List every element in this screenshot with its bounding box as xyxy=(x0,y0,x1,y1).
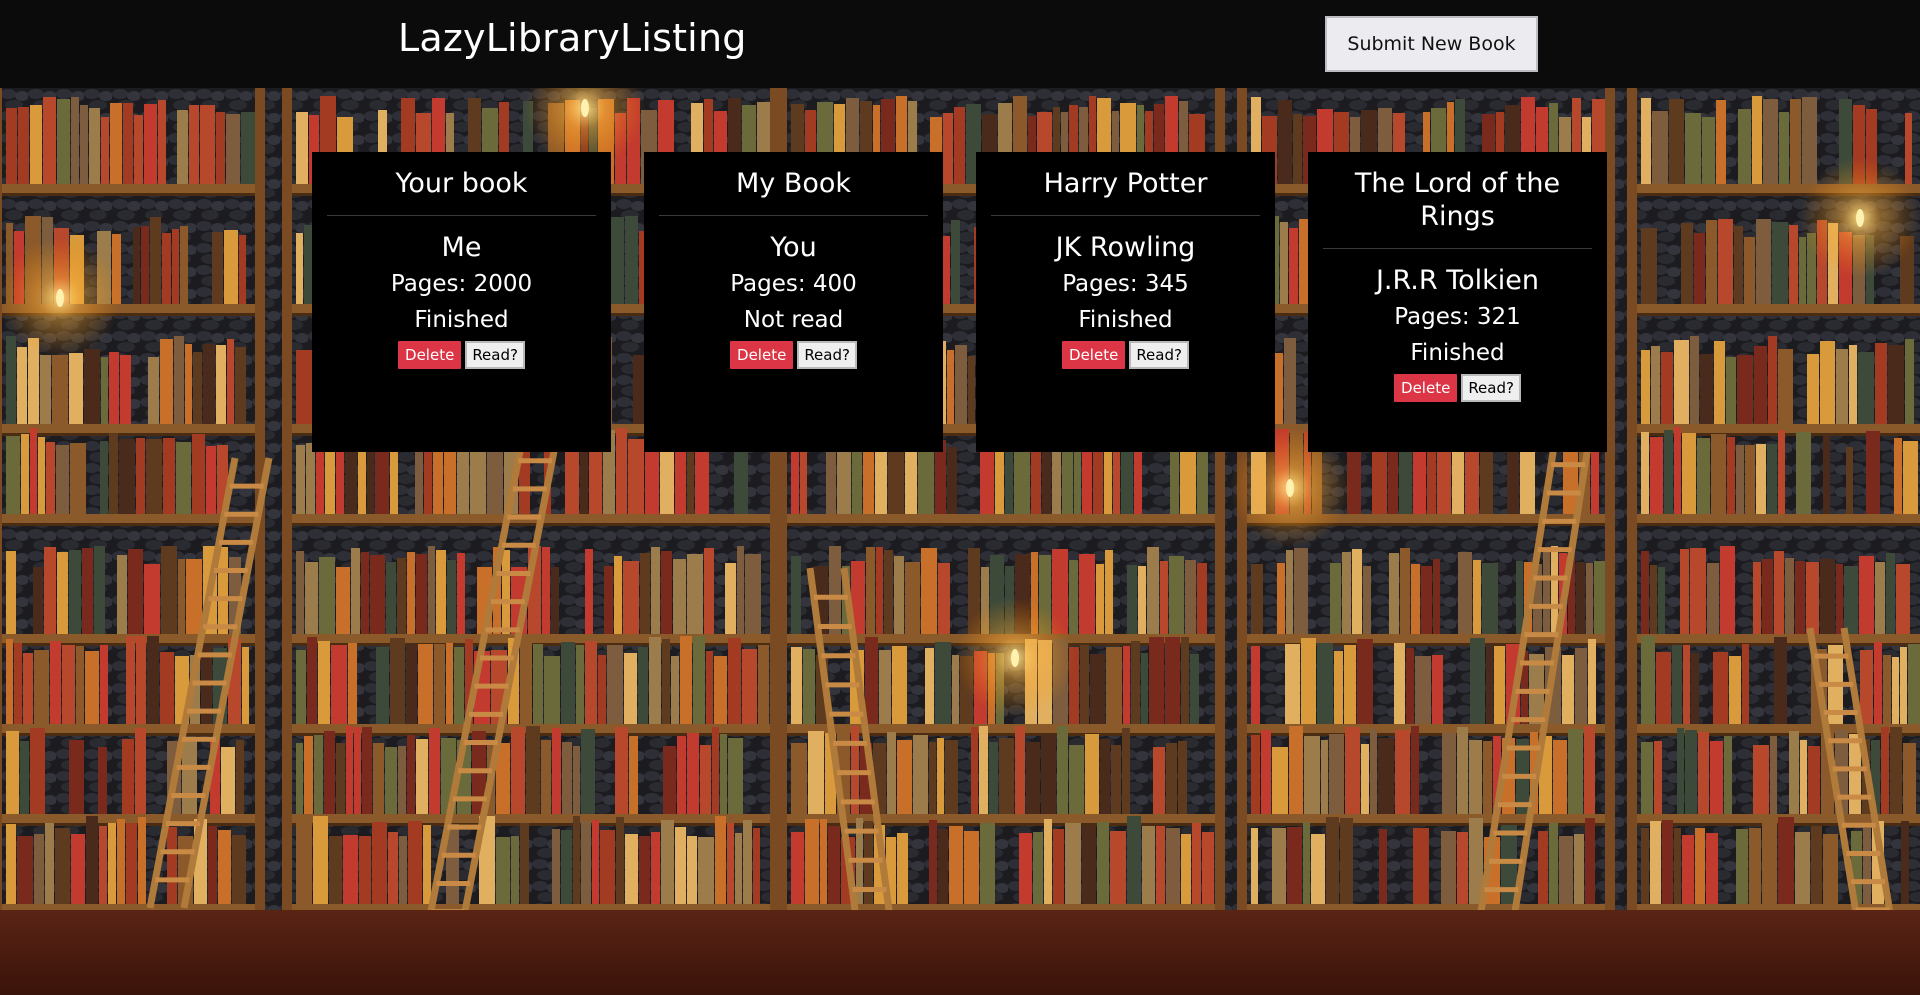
book-actions: Delete Read? xyxy=(327,341,596,369)
book-actions: Delete Read? xyxy=(659,341,928,369)
book-pages: Pages: 345 xyxy=(1062,271,1189,297)
delete-button[interactable]: Delete xyxy=(398,341,462,369)
book-actions: Delete Read? xyxy=(1323,374,1592,402)
book-title: The Lord of the Rings xyxy=(1323,167,1592,249)
book-card: Your book Me Pages: 2000 Finished Delete… xyxy=(312,152,611,452)
book-title: My Book xyxy=(659,167,928,216)
site-brand[interactable]: LazyLibraryListing xyxy=(398,16,747,60)
book-card: Harry Potter JK Rowling Pages: 345 Finis… xyxy=(976,152,1275,452)
book-author: J.R.R Tolkien xyxy=(1375,265,1540,296)
book-author: Me xyxy=(441,232,482,263)
toggle-read-button[interactable]: Read? xyxy=(1461,374,1521,402)
toggle-read-button[interactable]: Read? xyxy=(1129,341,1189,369)
toggle-read-button[interactable]: Read? xyxy=(797,341,857,369)
book-read-status: Finished xyxy=(1078,307,1173,333)
book-pages: Pages: 321 xyxy=(1394,304,1521,330)
book-author: JK Rowling xyxy=(1055,232,1196,263)
book-card: The Lord of the Rings J.R.R Tolkien Page… xyxy=(1308,152,1607,452)
toggle-read-button[interactable]: Read? xyxy=(465,341,525,369)
submit-new-book-button[interactable]: Submit New Book xyxy=(1325,16,1538,72)
book-title: Your book xyxy=(327,167,596,216)
book-card: My Book You Pages: 400 Not read Delete R… xyxy=(644,152,943,452)
book-title: Harry Potter xyxy=(991,167,1260,216)
book-read-status: Finished xyxy=(414,307,509,333)
book-pages: Pages: 2000 xyxy=(390,271,533,297)
book-read-status: Finished xyxy=(1410,340,1505,366)
delete-button[interactable]: Delete xyxy=(730,341,794,369)
book-read-status: Not read xyxy=(743,307,844,333)
book-actions: Delete Read? xyxy=(991,341,1260,369)
book-author: You xyxy=(770,232,817,263)
delete-button[interactable]: Delete xyxy=(1062,341,1126,369)
book-pages: Pages: 400 xyxy=(730,271,857,297)
top-navbar: LazyLibraryListing Submit New Book xyxy=(0,0,1920,88)
book-list: Your book Me Pages: 2000 Finished Delete… xyxy=(312,152,1608,452)
delete-button[interactable]: Delete xyxy=(1394,374,1458,402)
